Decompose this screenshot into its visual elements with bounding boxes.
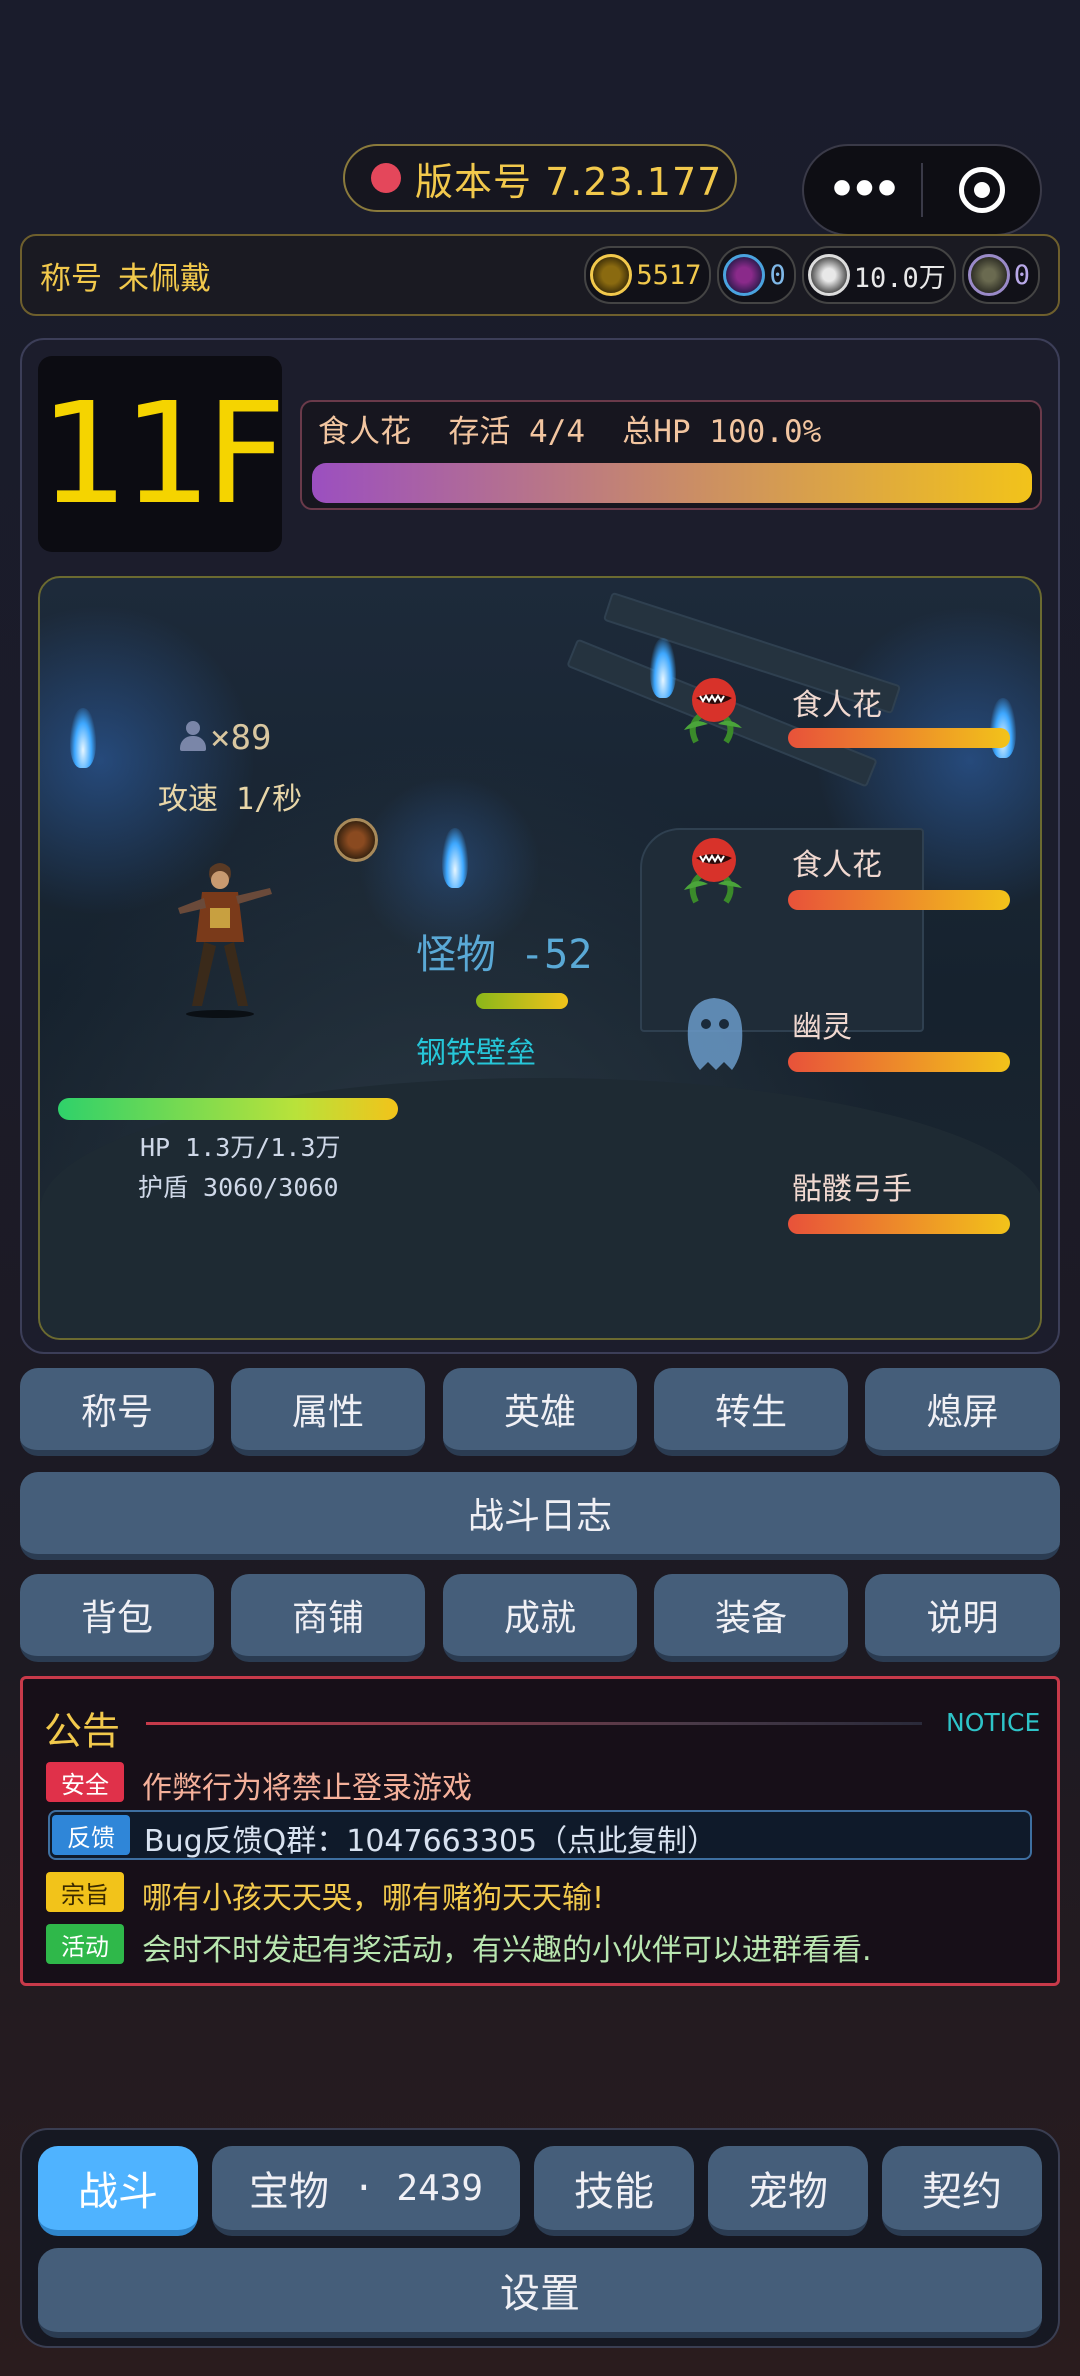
floor-label: 11F bbox=[39, 372, 287, 536]
notice-title-en: NOTICE bbox=[946, 1708, 1041, 1737]
currency-fragment-value: 0 bbox=[1013, 259, 1030, 291]
attributes-button[interactable]: 属性 bbox=[231, 1368, 425, 1456]
hero-shield-text: 护盾 3060/3060 bbox=[138, 1173, 339, 1202]
notice-tag-motto: 宗旨 bbox=[46, 1872, 124, 1912]
enemy-hp-bar bbox=[788, 1214, 1010, 1234]
equipment-button[interactable]: 装备 bbox=[654, 1574, 848, 1662]
enemy-hp-bar bbox=[788, 890, 1010, 910]
enemy-name: 骷髅弓手 bbox=[792, 1172, 912, 1207]
title-bar: 称号 未佩戴 5517 0 10.0万 0 bbox=[20, 234, 1060, 316]
title-label: 称号 bbox=[40, 260, 102, 297]
hero-count: ×89 bbox=[178, 718, 271, 758]
notice-tag-security: 安全 bbox=[46, 1762, 124, 1802]
version-pill: 版本号 7.23.177 bbox=[343, 144, 737, 212]
enemy-name: 食人花 bbox=[792, 688, 882, 723]
currency-ore-value: 10.0万 bbox=[853, 262, 946, 294]
hero-hp-text: HP 1.3万/1.3万 bbox=[140, 1133, 341, 1162]
ghost-icon bbox=[687, 998, 743, 1070]
hero-sprite-icon bbox=[178, 863, 272, 1018]
damage-bar bbox=[476, 993, 568, 1009]
currency-gold-value: 5517 bbox=[636, 259, 702, 291]
notice-text-feedback[interactable]: Bug反馈Q群：1047663305（点此复制） bbox=[144, 1816, 717, 1860]
tab-treasure[interactable]: 宝物 · 2439 bbox=[212, 2146, 520, 2236]
achievements-button[interactable]: 成就 bbox=[443, 1574, 637, 1662]
tab-treasure-label: 宝物 bbox=[248, 2169, 329, 2215]
shop-button[interactable]: 商铺 bbox=[231, 1574, 425, 1662]
enemy-name: 食人花 bbox=[792, 848, 882, 883]
dark-fragment-icon bbox=[967, 254, 1010, 296]
currency-ore: 10.0万 bbox=[801, 246, 956, 304]
gold-coin-icon bbox=[590, 254, 633, 296]
screen-off-button[interactable]: 熄屏 bbox=[865, 1368, 1060, 1456]
skill-name-text: 钢铁壁垒 bbox=[416, 1036, 536, 1071]
man-eating-flower-icon bbox=[684, 678, 742, 744]
rebirth-button[interactable]: 转生 bbox=[654, 1368, 848, 1456]
silver-ore-icon bbox=[807, 254, 850, 296]
notice-title: 公告 bbox=[44, 1709, 121, 1753]
notice-tag-feedback: 反馈 bbox=[52, 1815, 130, 1855]
blue-torch-icon bbox=[650, 638, 676, 698]
backpack-button[interactable]: 背包 bbox=[20, 1574, 214, 1662]
title-value[interactable]: 未佩戴 bbox=[118, 253, 211, 298]
treasure-count-badge: · 2439 bbox=[352, 2167, 484, 2209]
blue-torch-icon bbox=[442, 828, 468, 888]
notice-tag-event: 活动 bbox=[46, 1924, 124, 1964]
man-eating-flower-icon bbox=[684, 838, 742, 904]
floor-indicator: 11F bbox=[38, 356, 287, 552]
currency-gold: 5517 bbox=[584, 246, 712, 304]
mini-program-capsule: ••• bbox=[802, 144, 1042, 236]
notice-text-motto: 哪有小孩天天哭，哪有赌狗天天输! bbox=[142, 1881, 605, 1916]
boss-info-text: 食人花 存活 4/4 总HP 100.0% bbox=[318, 414, 822, 450]
blue-torch-icon bbox=[70, 708, 96, 768]
close-target-icon[interactable] bbox=[923, 167, 1040, 213]
skill-orb-icon bbox=[334, 818, 378, 862]
title-button[interactable]: 称号 bbox=[20, 1368, 214, 1456]
currency-fragment: 0 bbox=[961, 246, 1040, 304]
tab-skills[interactable]: 技能 bbox=[534, 2146, 694, 2236]
heroes-button[interactable]: 英雄 bbox=[443, 1368, 637, 1456]
person-icon bbox=[178, 721, 208, 753]
boss-total-hp-bar bbox=[312, 463, 1032, 503]
enemy-name: 幽灵 bbox=[792, 1010, 852, 1045]
battle-log-button[interactable]: 战斗日志 bbox=[20, 1472, 1060, 1560]
notice-divider bbox=[146, 1722, 922, 1725]
purple-gem-icon bbox=[723, 254, 766, 296]
more-icon[interactable]: ••• bbox=[804, 168, 921, 212]
notice-text-security: 作弊行为将禁止登录游戏 bbox=[142, 1771, 472, 1806]
notice-text-event: 会时不时发起有奖活动，有兴趣的小伙伴可以进群看看. bbox=[142, 1933, 872, 1968]
tab-settings[interactable]: 设置 bbox=[38, 2248, 1042, 2338]
tab-pets[interactable]: 宠物 bbox=[708, 2146, 868, 2236]
tab-contract[interactable]: 契约 bbox=[882, 2146, 1042, 2236]
help-button[interactable]: 说明 bbox=[865, 1574, 1060, 1662]
damage-text: 怪物 -52 bbox=[416, 932, 593, 978]
status-dot-icon bbox=[371, 163, 401, 193]
hero-hp-bar bbox=[58, 1098, 398, 1120]
enemy-hp-bar bbox=[788, 1052, 1010, 1072]
tab-battle[interactable]: 战斗 bbox=[38, 2146, 198, 2236]
currency-gem-value: 0 bbox=[769, 259, 786, 291]
attack-speed: 攻速 1/秒 bbox=[158, 782, 303, 817]
currency-gem: 0 bbox=[717, 246, 796, 304]
enemy-hp-bar bbox=[788, 728, 1010, 748]
version-label: 版本号 7.23.177 bbox=[415, 159, 723, 204]
